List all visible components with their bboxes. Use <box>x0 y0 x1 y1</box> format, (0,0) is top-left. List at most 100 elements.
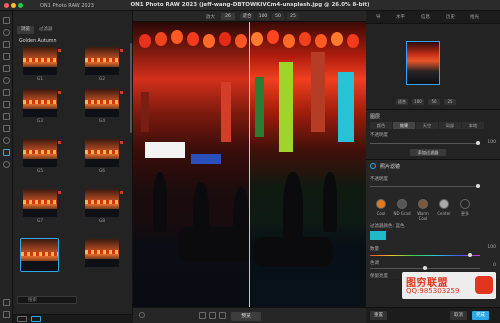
fit-button[interactable]: 适合 <box>240 13 254 20</box>
layer-tab-color[interactable]: 颜色 <box>370 122 392 129</box>
layer-tab-sky[interactable]: 天空 <box>416 122 438 129</box>
tone-slider-knob[interactable] <box>423 266 427 270</box>
filmstrip-view-icon[interactable] <box>31 316 41 322</box>
nav-50-button[interactable]: 50 <box>428 99 440 105</box>
preview-button[interactable]: 预览 <box>231 312 261 321</box>
layer-tab-effects[interactable]: 效果 <box>393 122 415 129</box>
canvas-bottom-bar: 预览 <box>133 307 366 323</box>
compare-icon[interactable] <box>199 312 206 319</box>
nav-25-button[interactable]: 25 <box>444 99 456 105</box>
clone-tool-icon[interactable] <box>3 89 10 96</box>
image-canvas[interactable] <box>133 22 366 307</box>
navigator-preview[interactable] <box>406 41 440 85</box>
thumbnail-g2[interactable] <box>85 47 119 75</box>
settings-icon[interactable] <box>3 311 10 318</box>
filter-opacity-knob[interactable] <box>476 184 480 188</box>
view-mode-icon[interactable] <box>3 149 10 156</box>
filter-color-swatch[interactable] <box>370 231 386 240</box>
flag-icon <box>58 141 61 144</box>
zoom-25-button[interactable]: 25 <box>287 13 299 20</box>
masking-bug-icon[interactable] <box>3 161 10 168</box>
thumbnail-g10[interactable] <box>85 239 119 267</box>
preset-warm-cool-button[interactable] <box>418 199 428 209</box>
thumbnail-label: G6 <box>98 169 106 174</box>
thumbnail-g3[interactable] <box>23 89 57 117</box>
text-tool-icon[interactable] <box>3 41 10 48</box>
nav-fit-button[interactable]: 适合 <box>396 99 408 105</box>
filmstrip-footer <box>13 314 133 323</box>
reset-view-icon[interactable] <box>139 312 145 318</box>
window-title: ON1 Photo RAW 2023 (jeff-wang-DBTOWKIVCm… <box>130 2 370 8</box>
tab-levels[interactable]: 水平 <box>396 14 405 20</box>
thumbnail-label: G7 <box>36 219 44 224</box>
before-after-divider[interactable] <box>249 22 250 307</box>
shop-sign <box>191 154 221 164</box>
density-slider-track[interactable] <box>370 255 480 256</box>
crop-tool-icon[interactable] <box>3 17 10 24</box>
help-icon[interactable] <box>3 299 10 306</box>
shop-sign <box>221 82 231 142</box>
thumbnail-g4[interactable] <box>85 89 119 117</box>
layers-section: 图层 颜色 效果 天空 局部 本地 不透明度 100 添加过滤器 <box>366 109 500 159</box>
grid-view-icon[interactable] <box>17 316 27 322</box>
redeye-tool-icon[interactable] <box>3 137 10 144</box>
split-view-icon[interactable] <box>209 312 216 319</box>
flame-logo-icon <box>475 276 493 294</box>
tab-browse[interactable]: 浏览 <box>17 26 34 34</box>
retouch-tool-icon[interactable] <box>3 77 10 84</box>
search-input[interactable]: 搜索 <box>17 296 77 304</box>
watermark-badge: 图穷联盟 QQ:985303259 <box>402 272 496 299</box>
tab-history[interactable]: 历史 <box>446 14 455 20</box>
nav-100-button[interactable]: 100 <box>412 99 424 105</box>
preset-cool-button[interactable] <box>376 199 386 209</box>
tab-navigator[interactable]: 导 <box>376 14 381 20</box>
thumbnail-g5[interactable] <box>23 139 57 167</box>
zoom-label: 放大 <box>206 15 215 20</box>
preset-center-button[interactable] <box>439 199 449 209</box>
cancel-button[interactable]: 取消 <box>450 311 467 320</box>
zoom-50-button[interactable]: 50 <box>272 13 284 20</box>
thumbnail-label: G3 <box>36 119 44 124</box>
tool-strip <box>0 11 13 323</box>
healing-tool-icon[interactable] <box>3 101 10 108</box>
lantern-shape <box>139 34 151 48</box>
gradient-tool-icon[interactable] <box>3 65 10 72</box>
flag-icon <box>58 91 61 94</box>
folder-title[interactable]: Golden Autumn <box>19 39 57 44</box>
density-slider-knob[interactable] <box>468 253 472 257</box>
tab-filters[interactable]: 过滤器 <box>35 26 57 34</box>
perfect-eraser-icon[interactable] <box>3 113 10 120</box>
tab-capture[interactable]: 拾光 <box>470 14 479 20</box>
zoom-100-button[interactable]: 100 <box>257 13 269 20</box>
done-button[interactable]: 完成 <box>472 311 489 320</box>
filter-opacity-track[interactable] <box>370 186 480 187</box>
filter-title: 照片滤镜 <box>380 164 401 170</box>
layer-tab-local[interactable]: 局部 <box>439 122 461 129</box>
thumbnail-label: G8 <box>98 219 106 224</box>
thumbnail-selected[interactable] <box>20 238 59 272</box>
layer-tab-native[interactable]: 本地 <box>462 122 484 129</box>
zoom-value-field[interactable]: 26 <box>221 13 235 20</box>
reset-button[interactable]: 重置 <box>370 311 387 320</box>
filter-visibility-icon[interactable] <box>370 163 376 169</box>
opacity-slider-track[interactable] <box>370 143 480 144</box>
thumbnail-g8[interactable] <box>85 189 119 217</box>
thumbnail-g1[interactable] <box>23 47 57 75</box>
filmstrip-scrollbar[interactable] <box>130 43 132 133</box>
transform-tool-icon[interactable] <box>3 29 10 36</box>
thumbnail-g7[interactable] <box>23 189 57 217</box>
tone-label: 色调 <box>370 261 379 266</box>
preset-nd-grad-button[interactable] <box>397 199 407 209</box>
preset-more-button[interactable] <box>460 199 470 209</box>
shop-sign <box>338 72 354 142</box>
refine-brush-icon[interactable] <box>3 125 10 132</box>
opacity-slider-knob[interactable] <box>476 141 480 145</box>
right-panel-tabs: 导 水平 信息 历史 拾光 <box>366 11 500 24</box>
mask-view-icon[interactable] <box>219 312 226 319</box>
add-filter-button[interactable]: 添加过滤器 <box>410 149 446 156</box>
lantern-shape <box>155 32 167 46</box>
tab-info[interactable]: 信息 <box>421 14 430 20</box>
brush-tool-icon[interactable] <box>3 53 10 60</box>
thumbnail-g6[interactable] <box>85 139 119 167</box>
flag-icon <box>120 191 123 194</box>
